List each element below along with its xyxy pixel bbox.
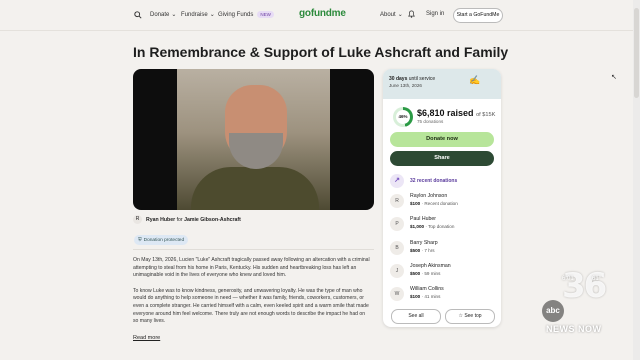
broadcast-time: 6:01 — [562, 276, 574, 282]
channel-number: 36 — [562, 266, 607, 306]
search-icon[interactable] — [134, 11, 142, 19]
progress-ring: 46% — [393, 107, 413, 127]
share-button[interactable]: Share — [390, 151, 494, 166]
donor-item: P Paul Huber $1,000 · Top donation — [390, 216, 454, 231]
donor-avatar: B — [390, 241, 404, 255]
portrait-beard — [229, 133, 283, 169]
story-paragraph: On May 13th, 2026, Lucien "Luke" Ashcraf… — [133, 257, 370, 279]
donation-protected-label: Donation protected — [143, 237, 185, 243]
donation-protected-badge[interactable]: ⛨ Donation protected — [134, 235, 189, 245]
star-icon: ☆ — [458, 313, 463, 319]
recent-donations-link[interactable]: ↗ 32 recent donations — [390, 174, 457, 188]
donor-meta: $1,000 · Top donation — [410, 224, 455, 229]
service-date: June 13th, 2026 — [389, 83, 422, 88]
mouse-cursor-icon: ↖ — [611, 74, 617, 81]
service-countdown-banner: 30 days until service June 13th, 2026 ✍ — [383, 69, 501, 99]
read-more-link[interactable]: Read more — [133, 335, 160, 341]
fundraiser-photo[interactable]: ← → — [133, 69, 374, 210]
donor-item: J Joseph Akinsman $500 · 59 mins — [390, 263, 451, 278]
nav-donate[interactable]: Donate ⌄ — [150, 11, 177, 19]
divider — [133, 249, 374, 250]
organizer-line: R Ryan Huber for Jamie Gibson-Ashcraft — [133, 215, 241, 224]
portrait-shirt — [191, 167, 319, 210]
chevron-down-icon: ⌄ — [209, 12, 215, 18]
trending-up-icon: ↗ — [390, 174, 404, 188]
nav-fundraise[interactable]: Fundraise ⌄ — [181, 11, 215, 19]
broadcast-temperature: 61° — [592, 276, 602, 282]
organizer-avatar: R — [133, 215, 142, 224]
donor-name: Paul Huber — [410, 216, 436, 222]
page-title: In Remembrance & Support of Luke Ashcraf… — [133, 44, 509, 60]
gofundme-logo[interactable]: gofundme — [299, 8, 346, 19]
nav-about-label: About — [380, 11, 396, 18]
news-watermark: 36 6:01 61° abc NEWS NOW — [540, 266, 610, 338]
days-until-service: 30 days until service — [389, 76, 436, 82]
donor-meta: $100 · 41 mins — [410, 294, 441, 299]
chevron-down-icon: ⌄ — [397, 12, 403, 18]
amount-raised: $6,810 raised of $15K — [417, 108, 496, 118]
donor-name: Joseph Akinsman — [410, 263, 451, 269]
beneficiary-name[interactable]: Jamie Gibson-Ashcraft — [184, 217, 241, 223]
shield-icon: ⛨ — [138, 238, 142, 243]
donor-item: R Raylon Johnson $100 · Recent donation — [390, 193, 458, 208]
donate-now-button[interactable]: Donate now — [390, 132, 494, 147]
see-top-label: See top — [464, 313, 482, 319]
progress-percent: 46% — [396, 110, 410, 124]
chevron-down-icon: ⌄ — [171, 12, 177, 18]
donor-avatar: J — [390, 264, 404, 278]
donation-sidebar: 30 days until service June 13th, 2026 ✍ … — [383, 69, 501, 327]
nav-donate-label: Donate — [150, 11, 170, 18]
donor-item: B Barry Sharp $500 · 7 hrs — [390, 240, 438, 255]
story-paragraph: To know Luke was to know kindness, gener… — [133, 287, 369, 325]
donor-meta: $500 · 59 mins — [410, 271, 441, 276]
donor-avatar: R — [390, 194, 404, 208]
scrollbar-thumb[interactable] — [634, 8, 639, 98]
new-badge: NEW — [257, 11, 274, 18]
donor-meta: $100 · Recent donation — [410, 201, 458, 206]
organizer-for: for — [176, 216, 183, 223]
donor-meta: $500 · 7 hrs — [410, 248, 435, 253]
nav-fundraise-label: Fundraise — [181, 11, 208, 18]
see-top-button[interactable]: ☆ See top — [445, 309, 495, 324]
start-gofundme-button[interactable]: Start a GoFundMe — [453, 8, 503, 23]
top-navigation-bar: Donate ⌄ Fundraise ⌄ Giving Funds NEW go… — [0, 0, 640, 31]
portrait-image — [177, 69, 330, 210]
recent-donations-label: 32 recent donations — [410, 178, 458, 184]
donor-item: W William Collins $100 · 41 mins — [390, 286, 444, 301]
donation-count: 75 donations — [417, 119, 444, 124]
bell-icon[interactable] — [408, 10, 415, 18]
abc-logo: abc — [542, 300, 564, 322]
news-now-label: NEWS NOW — [546, 324, 602, 334]
sign-in-link[interactable]: Sign in — [426, 11, 444, 17]
donor-avatar: P — [390, 217, 404, 231]
donor-name: William Collins — [410, 286, 444, 292]
scrollbar[interactable] — [633, 0, 640, 360]
nav-giving-funds-label: Giving Funds — [218, 11, 254, 18]
nav-giving-funds[interactable]: Giving Funds NEW — [218, 11, 274, 18]
see-all-button[interactable]: See all — [391, 309, 441, 324]
donor-name: Raylon Johnson — [410, 193, 448, 199]
nav-about[interactable]: About ⌄ — [380, 11, 403, 19]
fundraiser-story: On May 13th, 2026, Lucien "Luke" Ashcraf… — [133, 257, 371, 334]
donor-avatar: W — [390, 287, 404, 301]
organizer-name[interactable]: Ryan Huber — [146, 217, 175, 223]
donor-name: Barry Sharp — [410, 240, 438, 246]
signature-icon: ✍ — [469, 75, 481, 85]
